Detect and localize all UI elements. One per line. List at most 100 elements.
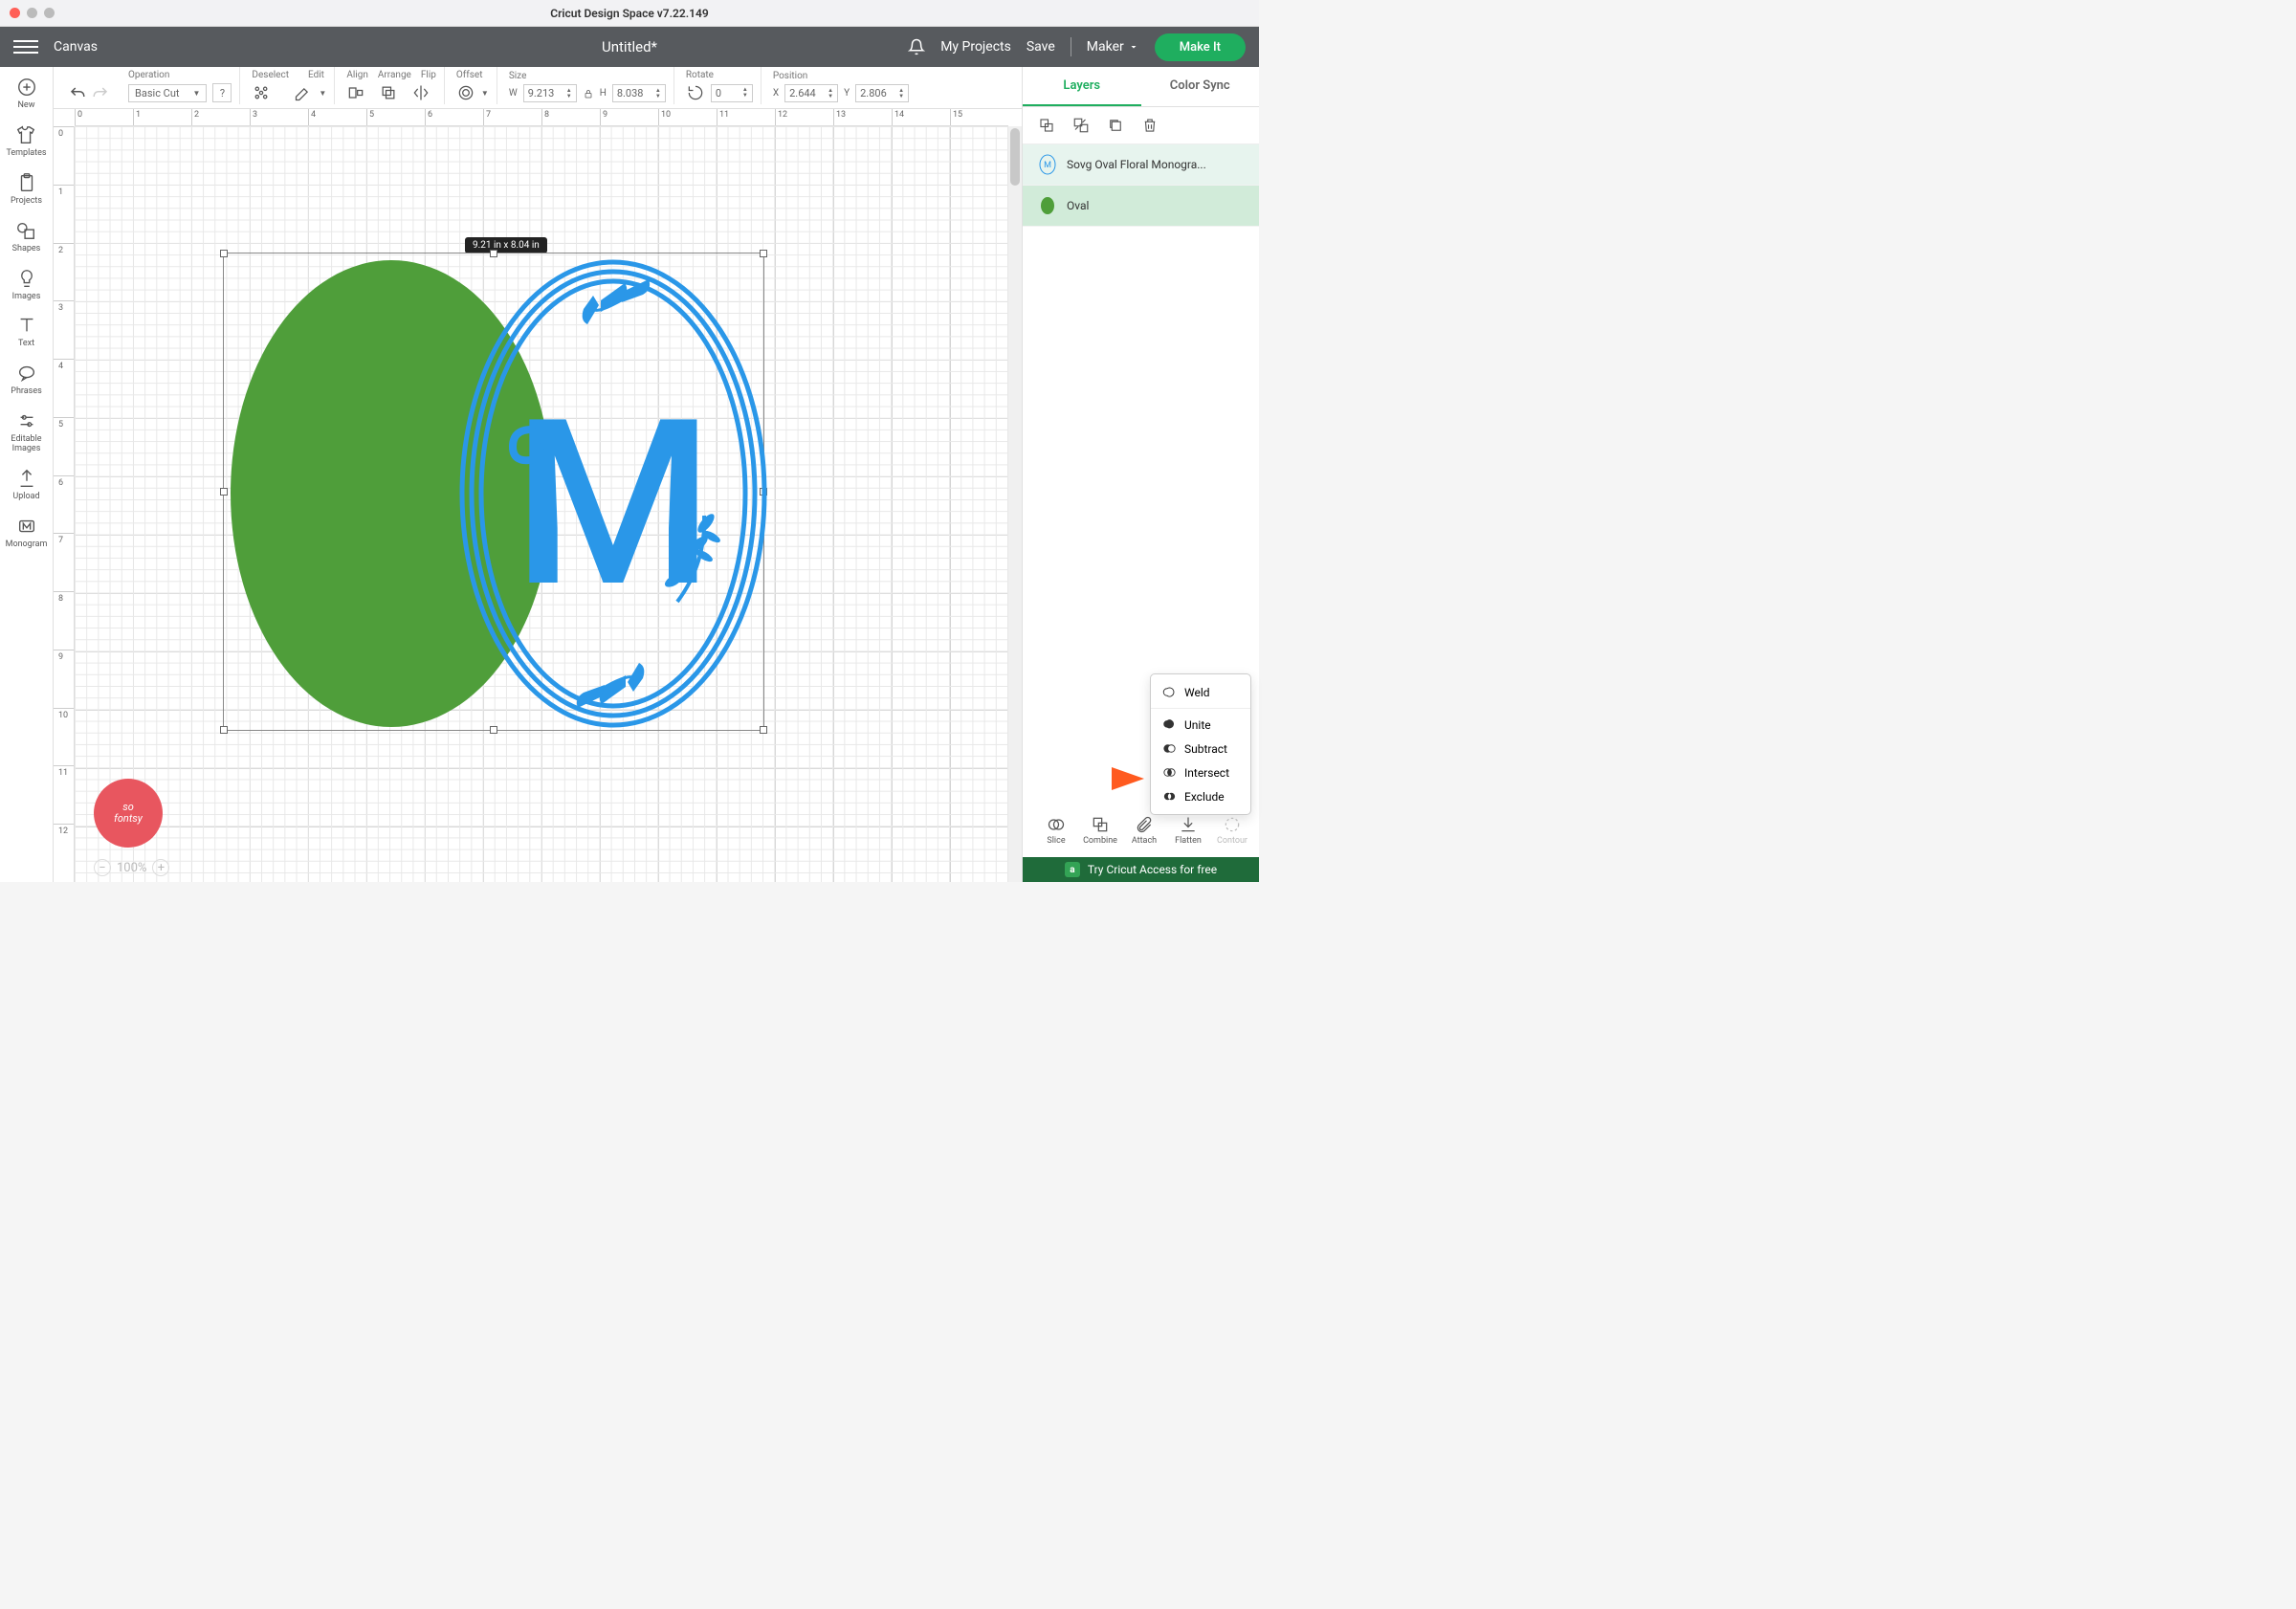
tab-layers[interactable]: Layers — [1023, 67, 1141, 106]
unite-option[interactable]: Unite — [1151, 713, 1250, 737]
width-value: 9.213 — [528, 87, 555, 99]
chevron-down-icon — [1128, 41, 1139, 53]
text-button[interactable]: Text — [16, 315, 37, 349]
width-input[interactable]: 9.213▲▼ — [523, 84, 577, 102]
ungroup-icon[interactable] — [1072, 117, 1090, 134]
machine-selector[interactable]: Maker — [1087, 39, 1139, 55]
edit-swatch[interactable] — [294, 83, 313, 102]
close-window-icon[interactable] — [10, 8, 20, 18]
y-input[interactable]: 2.806▲▼ — [855, 84, 909, 102]
left-toolbar: New Templates Projects Shapes Images Tex… — [0, 67, 54, 882]
vertical-scrollbar[interactable] — [1008, 126, 1022, 882]
edit-label: Edit — [308, 70, 324, 80]
phrases-label: Phrases — [11, 387, 41, 397]
upload-label: Upload — [12, 493, 39, 502]
selection-size-badge: 9.21 in x 8.04 in — [465, 237, 547, 253]
new-button[interactable]: New — [16, 77, 37, 111]
shapes-icon — [15, 220, 36, 241]
canvas-area[interactable]: 0123456789101112131415 0123456789101112 … — [54, 109, 1022, 882]
flip-button[interactable] — [411, 83, 430, 102]
x-label: X — [773, 88, 779, 99]
minimize-window-icon[interactable] — [27, 8, 37, 18]
weld-option[interactable]: Weld — [1151, 680, 1250, 704]
projects-label: Projects — [11, 197, 42, 207]
offset-label: Offset — [456, 70, 489, 80]
layer-label: Sovg Oval Floral Monogra... — [1067, 158, 1206, 171]
redo-button[interactable] — [92, 85, 109, 102]
my-projects-link[interactable]: My Projects — [940, 39, 1011, 55]
resize-handle-ne[interactable] — [760, 250, 767, 257]
undo-button[interactable] — [69, 85, 86, 102]
x-value: 2.644 — [789, 87, 816, 99]
arrange-button[interactable] — [379, 83, 398, 102]
rotate-input[interactable]: 0▲▼ — [711, 84, 753, 102]
height-input[interactable]: 8.038▲▼ — [612, 84, 666, 102]
operation-select[interactable]: Basic Cut▼ — [128, 84, 207, 102]
resize-handle-sw[interactable] — [220, 726, 228, 734]
monogram-shape[interactable]: M — [457, 257, 769, 730]
tab-color-sync[interactable]: Color Sync — [1141, 67, 1260, 106]
shapes-button[interactable]: Shapes — [12, 220, 41, 254]
layer-row-oval[interactable]: Oval — [1023, 186, 1259, 227]
offset-button[interactable] — [456, 83, 475, 102]
duplicate-icon[interactable] — [1107, 117, 1124, 134]
layer-label: Oval — [1067, 199, 1089, 212]
combine-label: Combine — [1083, 836, 1117, 846]
zoom-in-button[interactable]: + — [152, 859, 169, 876]
lock-aspect-icon[interactable] — [583, 88, 594, 99]
upload-button[interactable]: Upload — [12, 468, 39, 502]
sofontsy-logo: so fontsy — [94, 779, 163, 848]
subtract-label: Subtract — [1184, 742, 1227, 756]
scrollbar-thumb[interactable] — [1010, 128, 1020, 186]
property-toolbar: Operation Basic Cut▼ ? DeselectEdit ▼ Al… — [54, 67, 1022, 109]
canvas-label[interactable]: Canvas — [54, 39, 98, 55]
projects-button[interactable]: Projects — [11, 172, 42, 207]
rotate-icon[interactable] — [686, 83, 705, 102]
h-label: H — [600, 88, 607, 99]
tshirt-icon — [15, 124, 36, 145]
exclude-option[interactable]: Exclude — [1151, 784, 1250, 808]
slice-button[interactable]: Slice — [1035, 815, 1077, 857]
resize-handle-n[interactable] — [490, 250, 497, 257]
layers-panel: Layers Color Sync M Sovg Oval Floral Mon… — [1022, 67, 1259, 882]
traffic-lights[interactable] — [10, 8, 55, 18]
zoom-out-button[interactable]: − — [94, 859, 111, 876]
align-label: Align — [346, 70, 368, 80]
flatten-label: Flatten — [1175, 836, 1202, 846]
delete-icon[interactable] — [1141, 117, 1159, 134]
resize-handle-w[interactable] — [220, 488, 228, 496]
attach-button[interactable]: Attach — [1123, 815, 1165, 857]
save-button[interactable]: Save — [1027, 39, 1055, 55]
layer-row-monogram[interactable]: M Sovg Oval Floral Monogra... — [1023, 144, 1259, 186]
bottom-actions: Slice Combine Attach Flatten Contour — [1023, 815, 1259, 857]
flatten-button[interactable]: Flatten — [1167, 815, 1209, 857]
maximize-window-icon[interactable] — [44, 8, 55, 18]
x-input[interactable]: 2.644▲▼ — [784, 84, 838, 102]
promo-banner[interactable]: a Try Cricut Access for free — [1023, 857, 1259, 882]
deselect-icon[interactable] — [252, 83, 271, 102]
y-label: Y — [844, 88, 850, 99]
make-it-button[interactable]: Make It — [1155, 33, 1246, 61]
resize-handle-nw[interactable] — [220, 250, 228, 257]
intersect-option[interactable]: Intersect — [1151, 760, 1250, 784]
operation-value: Basic Cut — [135, 87, 180, 99]
new-label: New — [18, 101, 35, 111]
help-button[interactable]: ? — [212, 83, 232, 102]
align-button[interactable] — [346, 83, 365, 102]
subtract-option[interactable]: Subtract — [1151, 737, 1250, 760]
group-icon[interactable] — [1038, 117, 1055, 134]
templates-button[interactable]: Templates — [6, 124, 46, 159]
images-button[interactable]: Images — [12, 268, 41, 302]
combine-button[interactable]: Combine — [1079, 815, 1121, 857]
images-label: Images — [12, 293, 41, 302]
rotate-value: 0 — [716, 87, 721, 99]
hamburger-menu-icon[interactable] — [13, 34, 38, 59]
attach-icon — [1135, 815, 1154, 834]
monogram-button[interactable]: Monogram — [6, 516, 48, 550]
svg-text:M: M — [513, 369, 714, 639]
notifications-icon[interactable] — [908, 38, 925, 55]
editable-images-button[interactable]: Editable Images — [11, 410, 41, 454]
intersect-icon — [1162, 765, 1177, 780]
document-title[interactable]: Untitled* — [602, 38, 657, 55]
phrases-button[interactable]: Phrases — [11, 363, 41, 397]
